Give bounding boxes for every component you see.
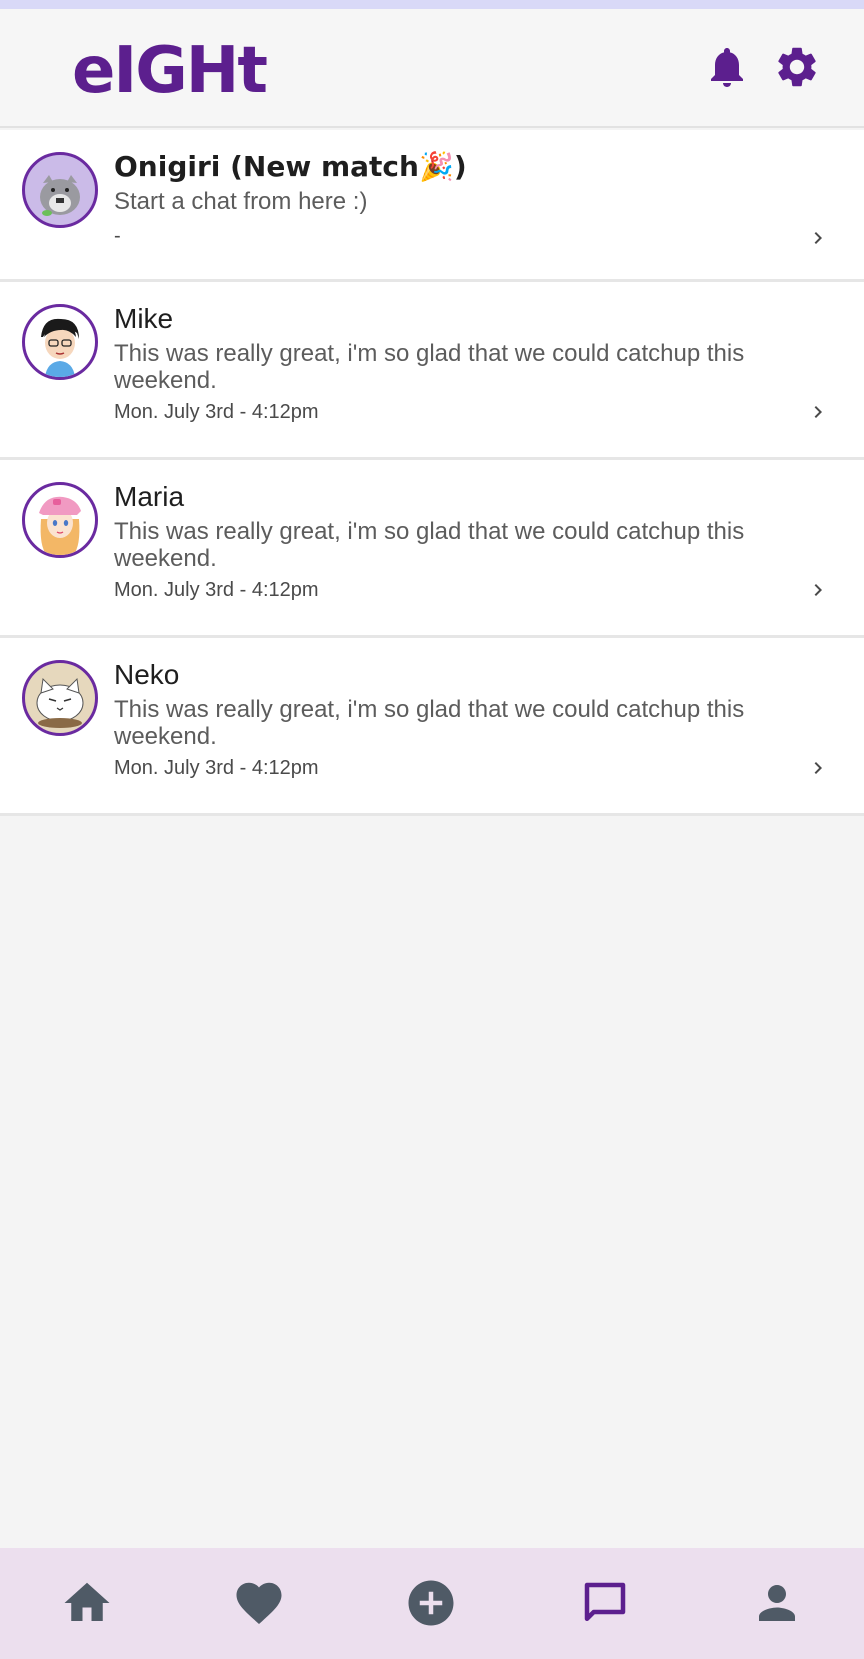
profile-icon[interactable] (750, 1576, 804, 1630)
home-icon[interactable] (60, 1576, 114, 1630)
chat-time: Mon. July 3rd - 4:12pm (114, 757, 319, 779)
chat-time: Mon. July 3rd - 4:12pm (114, 579, 319, 601)
onigiri-avatar (22, 152, 98, 228)
chat-name: Onigiri (New match🎉) (114, 150, 467, 183)
chat-time: Mon. July 3rd - 4:12pm (114, 401, 319, 423)
chevron-right-icon[interactable] (806, 756, 830, 780)
bell-icon[interactable] (703, 43, 751, 91)
chat-name: Neko (114, 659, 180, 690)
gear-icon[interactable] (773, 43, 821, 91)
chat-icon[interactable] (578, 1576, 632, 1630)
chat-message: Start a chat from here :) (114, 188, 368, 215)
chat-name: Mike (114, 303, 174, 334)
chat-list: Onigiri (New match🎉) Start a chat from h… (0, 130, 864, 816)
heart-icon[interactable] (232, 1576, 286, 1630)
app-header: eIGHt (0, 9, 864, 128)
neko-avatar (22, 660, 98, 736)
chat-message: This was really great, i'm so glad that … (114, 340, 745, 394)
chevron-right-icon[interactable] (806, 578, 830, 602)
chat-message: This was really great, i'm so glad that … (114, 518, 745, 572)
status-strip (0, 0, 864, 9)
chat-item-mike[interactable]: Mike This was really great, i'm so glad … (0, 282, 864, 460)
chevron-right-icon[interactable] (806, 226, 830, 250)
chevron-right-icon[interactable] (806, 400, 830, 424)
chat-message: This was really great, i'm so glad that … (114, 696, 745, 750)
app-logo: eIGHt (72, 34, 268, 108)
maria-avatar (22, 482, 98, 558)
chat-name: Maria (114, 481, 185, 512)
bottom-nav (0, 1548, 864, 1659)
chat-item-maria[interactable]: Maria This was really great, i'm so glad… (0, 460, 864, 638)
mike-avatar (22, 304, 98, 380)
add-icon[interactable] (404, 1576, 458, 1630)
chat-item-onigiri[interactable]: Onigiri (New match🎉) Start a chat from h… (0, 130, 864, 282)
chat-time: - (114, 225, 121, 247)
chat-item-neko[interactable]: Neko This was really great, i'm so glad … (0, 638, 864, 816)
